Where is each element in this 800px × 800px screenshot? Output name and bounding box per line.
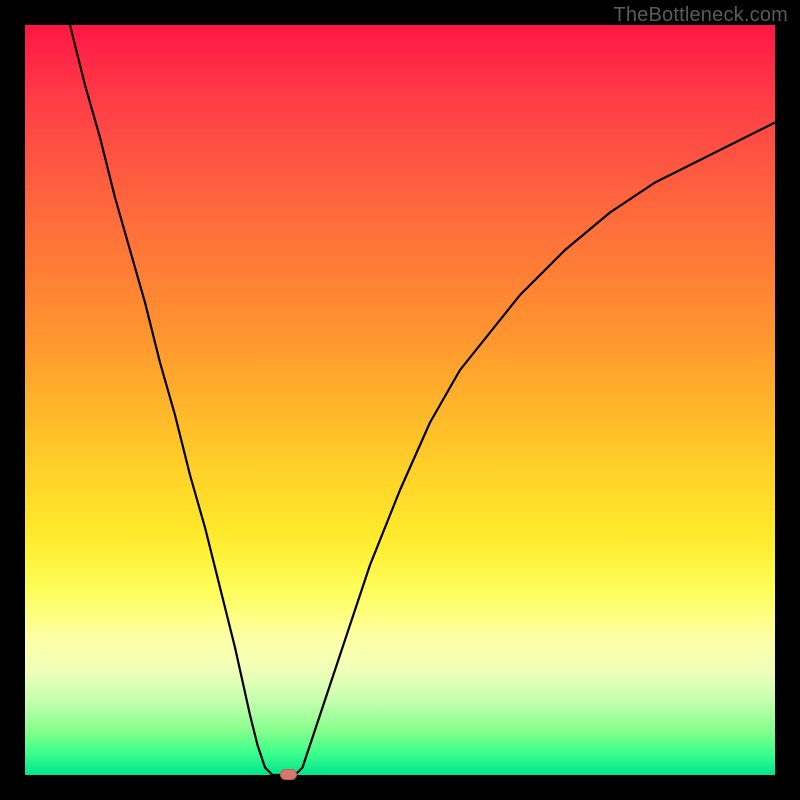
bottleneck-curve bbox=[25, 25, 775, 775]
watermark-text: TheBottleneck.com bbox=[613, 4, 788, 27]
optimal-point-marker bbox=[280, 769, 297, 780]
chart-frame: TheBottleneck.com bbox=[0, 0, 800, 800]
